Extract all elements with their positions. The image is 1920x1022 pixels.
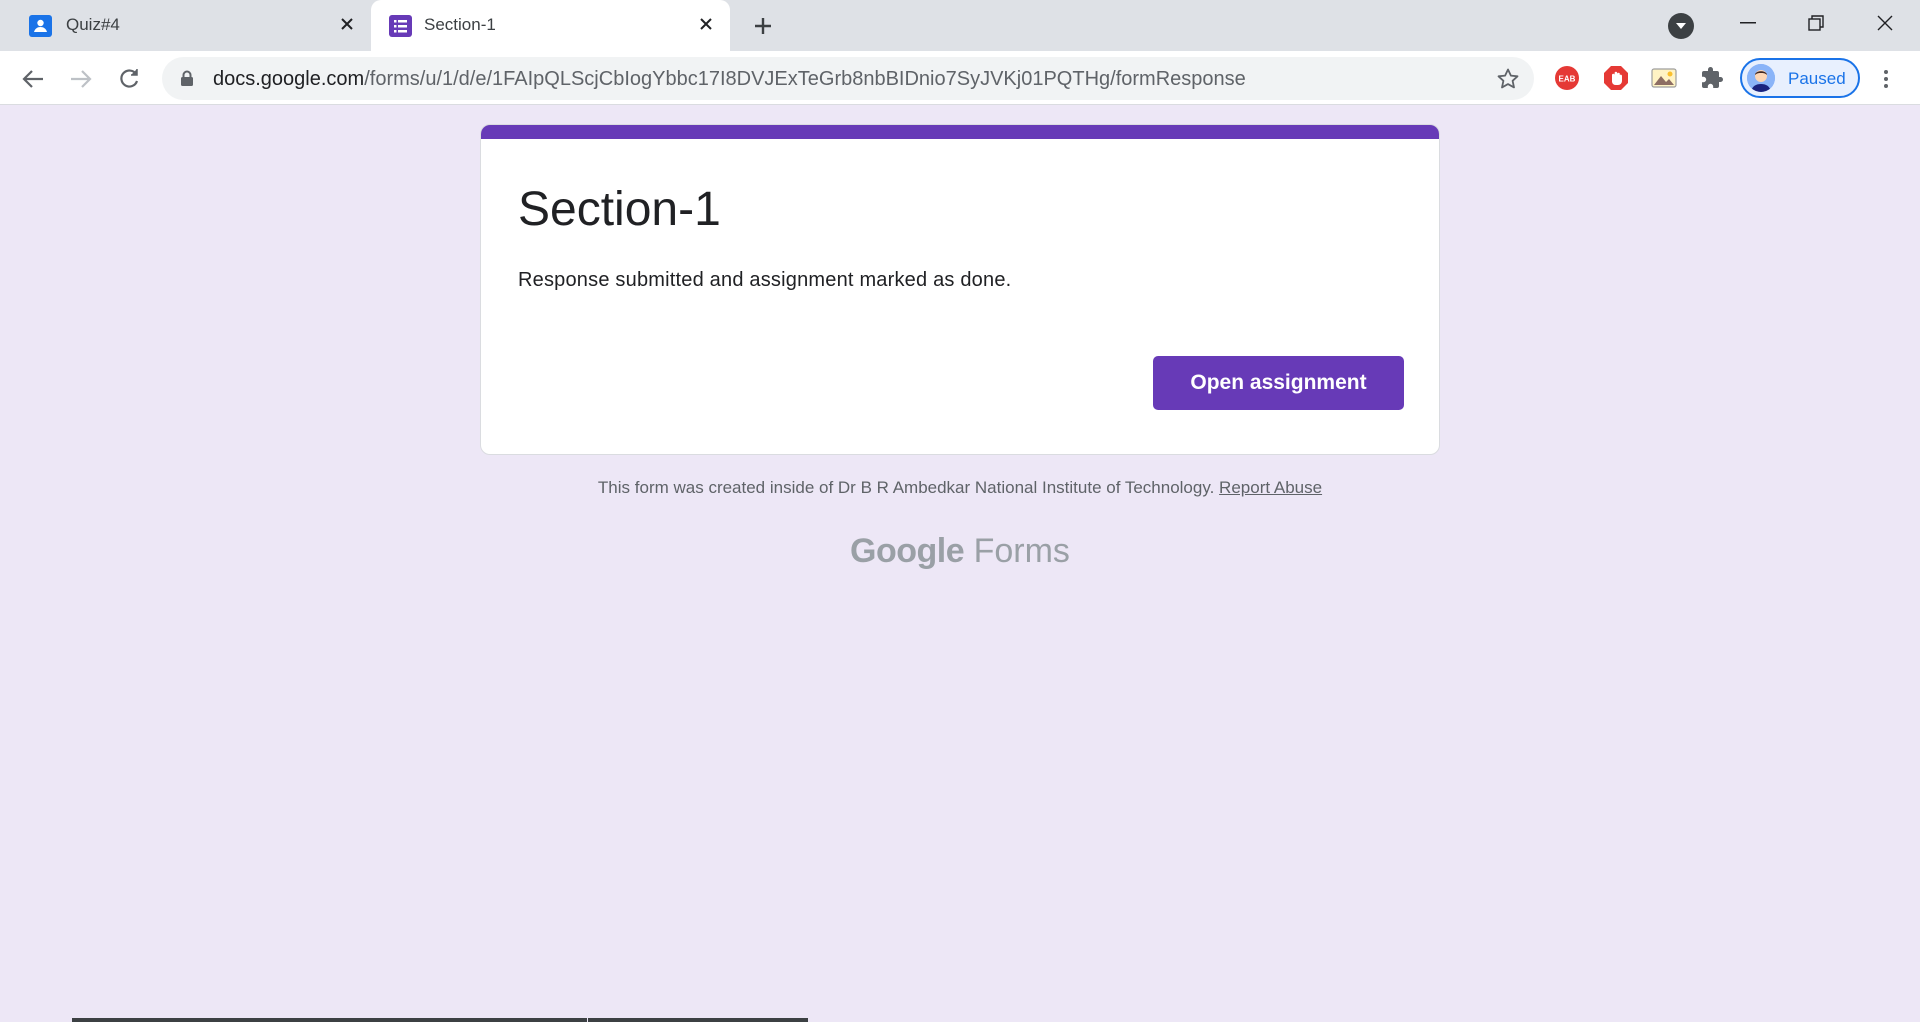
back-icon[interactable] xyxy=(18,64,48,94)
brand-forms: Forms xyxy=(973,532,1070,570)
open-assignment-button[interactable]: Open assignment xyxy=(1153,356,1404,410)
browser-toolbar: docs.google.com/forms/u/1/d/e/1FAIpQLScj… xyxy=(0,51,1920,105)
report-abuse-link[interactable]: Report Abuse xyxy=(1219,478,1322,497)
close-icon[interactable] xyxy=(336,13,358,35)
tab-title: Quiz#4 xyxy=(66,15,120,34)
avatar xyxy=(1747,64,1775,92)
puzzle-icon[interactable] xyxy=(1698,64,1726,92)
forms-icon xyxy=(389,15,412,37)
tab-quiz[interactable]: Quiz#4 xyxy=(0,0,370,51)
restore-icon[interactable] xyxy=(1786,0,1846,45)
form-card: Section-1 Response submitted and assignm… xyxy=(480,124,1440,455)
forward-icon[interactable] xyxy=(66,64,96,94)
brand-google: Google xyxy=(850,532,965,570)
minimize-icon[interactable] xyxy=(1718,0,1778,45)
tab-title: Section-1 xyxy=(424,15,496,34)
tab-section-1[interactable]: Section-1 xyxy=(371,0,730,51)
card-accent-bar xyxy=(481,125,1439,139)
classroom-icon xyxy=(29,15,52,37)
close-icon[interactable] xyxy=(695,13,717,35)
confirmation-message: Response submitted and assignment marked… xyxy=(518,269,1012,291)
reload-icon[interactable] xyxy=(114,64,144,94)
page-title: Section-1 xyxy=(518,183,721,236)
image-icon[interactable] xyxy=(1650,64,1678,92)
profile-status: Paused xyxy=(1788,69,1846,88)
taskbar-edge xyxy=(72,1018,587,1022)
svg-text:EAB: EAB xyxy=(1559,75,1576,84)
tab-strip: Quiz#4 Section-1 xyxy=(0,0,1920,51)
new-tab-button[interactable] xyxy=(749,12,777,40)
google-forms-logo[interactable]: Google Forms xyxy=(0,532,1920,571)
taskbar-edge xyxy=(588,1018,808,1022)
window-close-icon[interactable] xyxy=(1855,0,1915,45)
address-bar[interactable]: docs.google.com/forms/u/1/d/e/1FAIpQLScj… xyxy=(162,57,1534,100)
eab-icon[interactable]: EAB xyxy=(1553,64,1581,92)
profile-button[interactable]: Paused xyxy=(1740,58,1860,98)
tab-search-icon[interactable] xyxy=(1668,13,1694,39)
star-icon[interactable] xyxy=(1496,67,1520,91)
url-text: docs.google.com/forms/u/1/d/e/1FAIpQLScj… xyxy=(213,68,1246,90)
more-menu-icon[interactable] xyxy=(1874,64,1898,94)
form-footer: This form was created inside of Dr B R A… xyxy=(0,478,1920,498)
footer-text: This form was created inside of Dr B R A… xyxy=(597,478,1215,497)
adblock-icon[interactable] xyxy=(1602,64,1630,92)
lock-icon[interactable] xyxy=(180,70,194,86)
